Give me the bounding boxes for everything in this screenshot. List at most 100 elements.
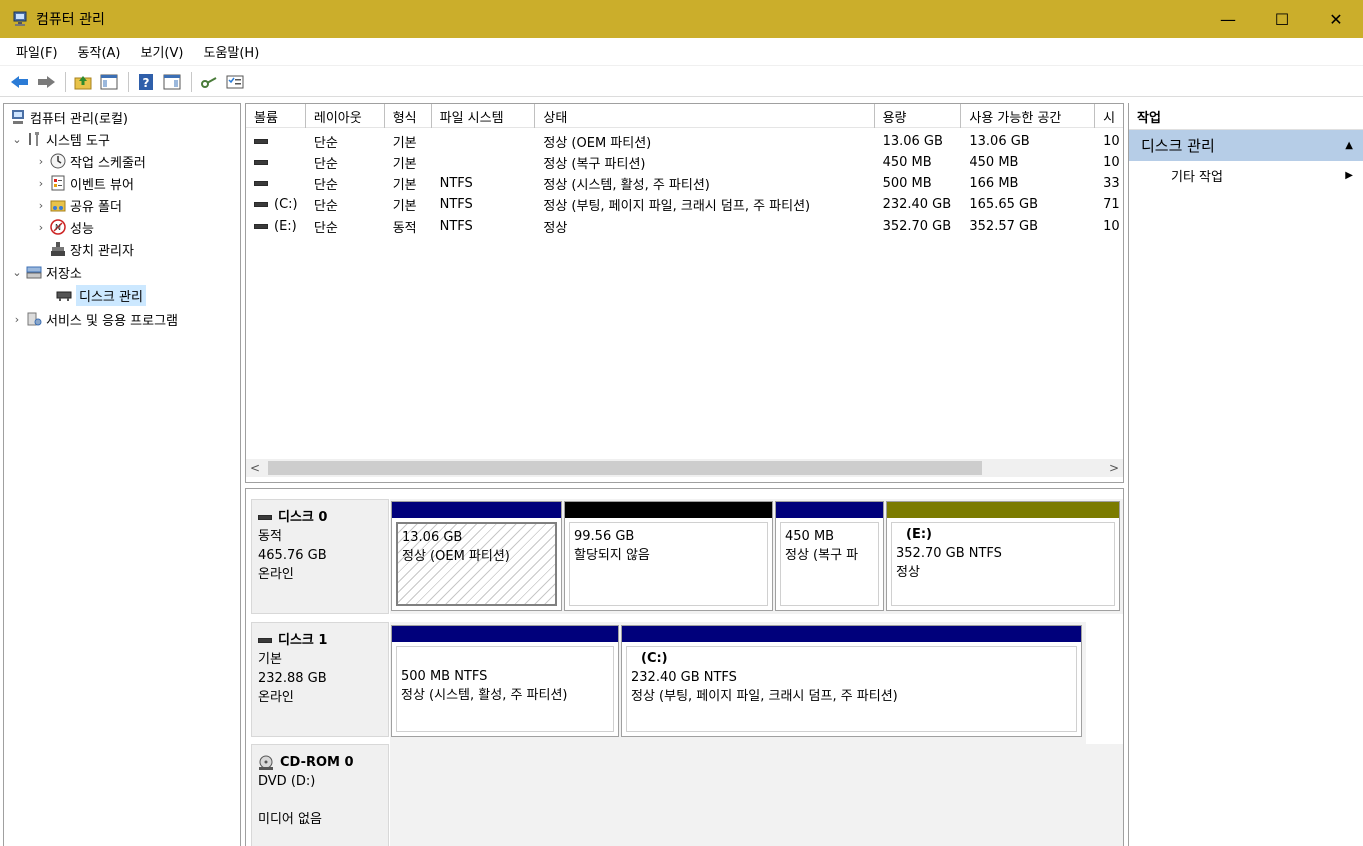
menu-help[interactable]: 도움말(H) [193,42,269,61]
disk-name: 디스크 1 [278,633,328,648]
event-viewer-icon [50,175,66,191]
maximize-button[interactable]: ☐ [1255,0,1309,38]
column-header-volume[interactable]: 볼륨 [246,104,306,128]
tree-label: 작업 스케줄러 [70,155,146,171]
menu-action[interactable]: 동작(A) [68,42,131,61]
tree-item-services-apps[interactable]: › 서비스 및 응용 프로그램 [10,308,178,330]
disk-state: 온라인 [258,690,294,705]
volume-pct: 10 [1103,154,1120,170]
show-hide-tree-button[interactable] [97,70,121,94]
chevron-down-icon[interactable]: ⌄ [10,133,24,146]
up-one-level-button[interactable] [71,70,95,94]
tree-item-root[interactable]: 컴퓨터 관리(로컬) [8,106,128,128]
volume-fs: NTFS [439,196,473,212]
horizontal-scrollbar[interactable]: < > [246,459,1123,477]
partition-unallocated[interactable]: 99.56 GB 할당되지 않음 [564,501,773,611]
volume-layout: 단순 [313,220,338,236]
tree-item-task-scheduler[interactable]: › 작업 스케줄러 [34,150,146,172]
action-section-disk-management[interactable]: 디스크 관리 ▲ [1129,130,1363,161]
performance-icon: N [50,219,66,235]
help-button[interactable]: ? [134,70,158,94]
chevron-right-icon[interactable]: › [34,155,48,168]
volume-pct: 10 [1103,218,1120,234]
chevron-right-icon[interactable]: › [34,199,48,212]
table-row[interactable]: 단순 기본 NTFS 정상 (시스템, 활성, 주 파티션) 500 MB 16… [246,172,1123,194]
console-tree: 컴퓨터 관리(로컬) ⌄ 시스템 도구 › 작업 스케줄러 › 이벤트 뷰어 ›… [3,103,241,846]
storage-icon [26,264,42,280]
volume-capacity: 232.40 GB [882,196,952,212]
partition-c[interactable]: (C:) 232.40 GB NTFS 정상 (부팅, 페이지 파일, 크래시 … [621,625,1082,737]
table-row[interactable]: (E:) 단순 동적 NTFS 정상 352.70 GB 352.57 GB 1… [246,215,1123,237]
action-pane-header: 작업 [1129,103,1363,130]
checklist-icon [226,75,244,88]
column-header-layout[interactable]: 레이아웃 [306,104,385,128]
forward-button[interactable] [34,70,58,94]
disk-1-label[interactable]: 디스크 1 기본 232.88 GB 온라인 [251,622,389,737]
toolbar-separator [65,71,66,92]
tree-item-system-tools[interactable]: ⌄ 시스템 도구 [10,128,110,150]
column-header-percent-free[interactable]: 시 [1095,104,1123,128]
arrow-left-icon [11,75,28,88]
chevron-right-icon[interactable]: › [34,221,48,234]
tree-item-shared-folders[interactable]: › 공유 폴더 [34,194,122,216]
partition-system[interactable]: 500 MB NTFS 정상 (시스템, 활성, 주 파티션) [391,625,619,737]
action-pane: 작업 디스크 관리 ▲ 기타 작업 ▶ [1128,103,1363,846]
collapse-up-icon[interactable]: ▲ [1345,140,1353,151]
volume-type: 기본 [392,177,417,193]
disk-kind: DVD (D:) [258,774,316,789]
table-row[interactable]: (C:) 단순 기본 NTFS 정상 (부팅, 페이지 파일, 크래시 덤프, … [246,193,1123,215]
properties-button[interactable] [223,70,247,94]
tree-item-performance[interactable]: › N 성능 [34,216,94,238]
chevron-right-icon[interactable]: › [10,313,24,326]
table-row[interactable]: 단순 기본 정상 (OEM 파티션) 13.06 GB 13.06 GB 10 [246,130,1123,152]
menu-bar: 파일(F) 동작(A) 보기(V) 도움말(H) [0,38,1363,66]
partition-e[interactable]: (E:) 352.70 GB NTFS 정상 [886,501,1120,611]
partition-size: 13.06 GB [402,530,463,545]
column-header-type[interactable]: 형식 [385,104,432,128]
close-button[interactable]: ✕ [1309,0,1363,38]
toolbar-separator [128,71,129,92]
column-header-status[interactable]: 상태 [535,104,875,128]
tree-item-device-manager[interactable]: 장치 관리자 [48,238,134,260]
tree-item-event-viewer[interactable]: › 이벤트 뷰어 [34,172,134,194]
action-more-actions[interactable]: 기타 작업 ▶ [1129,161,1363,189]
column-header-free-space[interactable]: 사용 가능한 공간 [961,104,1096,128]
table-row[interactable]: 단순 기본 정상 (복구 파티션) 450 MB 450 MB 10 [246,151,1123,173]
tree-label: 서비스 및 응용 프로그램 [46,313,178,329]
connect-button[interactable] [197,70,221,94]
scroll-left-icon[interactable]: < [246,459,264,477]
scroll-right-icon[interactable]: > [1105,459,1123,477]
partition-volume: (E:) [906,527,932,542]
volume-layout: 단순 [313,156,338,172]
column-header-file-system[interactable]: 파일 시스템 [432,104,536,128]
tree-label: 이벤트 뷰어 [70,177,134,193]
disk-icon [258,638,272,643]
minimize-button[interactable]: — [1201,0,1255,38]
menu-file[interactable]: 파일(F) [6,42,68,61]
tree-label: 디스크 관리 [76,284,146,306]
menu-view[interactable]: 보기(V) [131,42,194,61]
partition-status: 정상 (OEM 파티션) [402,549,510,564]
drive-icon [254,138,268,144]
chevron-down-icon[interactable]: ⌄ [10,266,24,279]
scrollbar-thumb[interactable] [268,461,982,475]
tree-item-disk-management[interactable]: 디스크 관리 [54,284,146,306]
disk-0-label[interactable]: 디스크 0 동적 465.76 GB 온라인 [251,499,389,614]
volume-capacity: 500 MB [882,175,932,191]
show-hide-action-pane-button[interactable] [160,70,184,94]
shared-folder-icon [50,197,66,213]
disk-name: CD-ROM 0 [280,755,354,770]
partition-oem[interactable]: 13.06 GB 정상 (OEM 파티션) [391,501,562,611]
volume-type: 기본 [392,198,417,214]
back-button[interactable] [8,70,32,94]
computer-management-icon [12,11,28,27]
tree-item-storage[interactable]: ⌄ 저장소 [10,261,82,283]
help-icon: ? [139,73,153,90]
partition-size: 99.56 GB [574,529,635,544]
chevron-right-icon[interactable]: › [34,177,48,190]
partition-recovery[interactable]: 450 MB 정상 (복구 파 [775,501,884,611]
volume-pct: 10 [1103,133,1120,149]
column-header-capacity[interactable]: 용량 [875,104,962,128]
cdrom-0-label[interactable]: CD-ROM 0 DVD (D:) 미디어 없음 [251,744,389,846]
